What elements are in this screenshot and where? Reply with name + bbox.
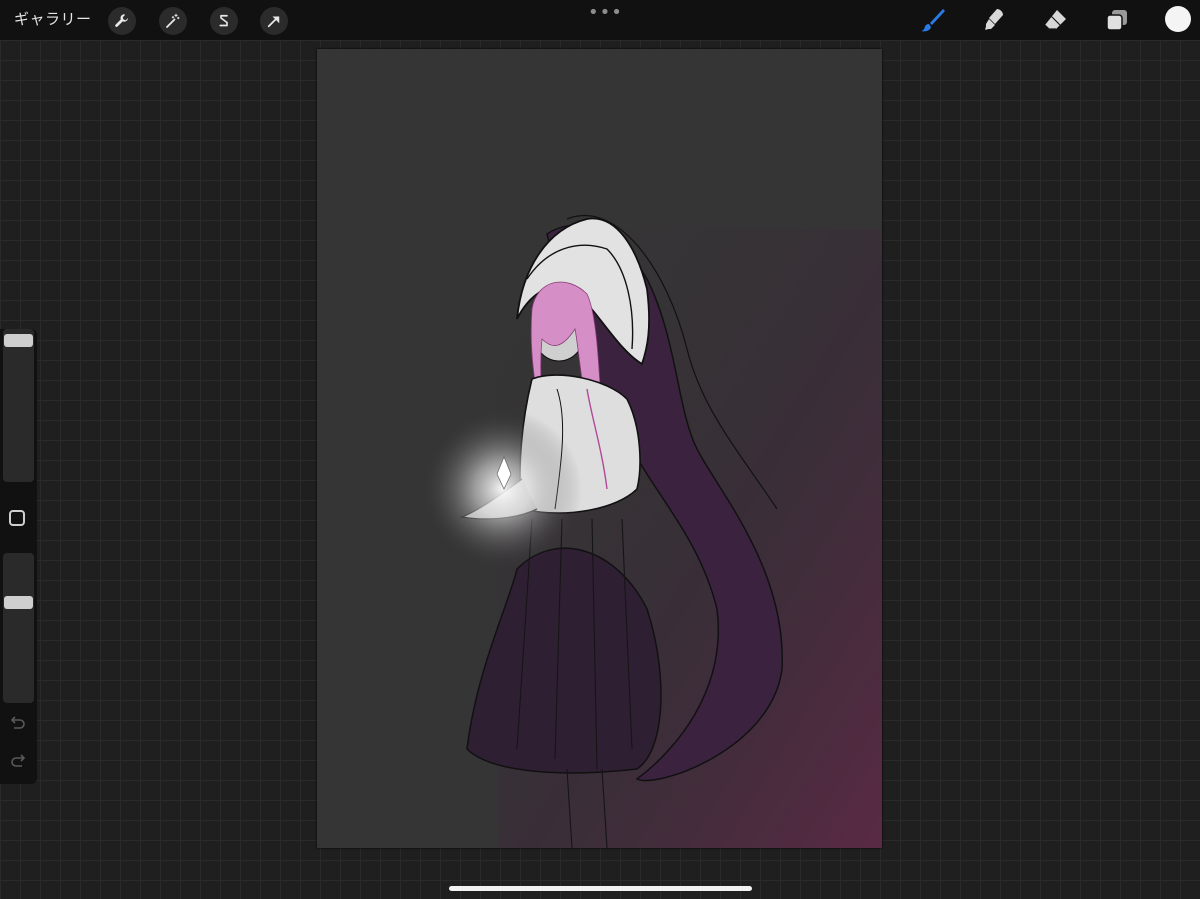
color-icon[interactable]: [1165, 6, 1191, 32]
layers-icon[interactable]: [1103, 6, 1131, 34]
brush-size-slider[interactable]: [3, 329, 34, 482]
opacity-knob[interactable]: [4, 596, 33, 609]
opacity-slider[interactable]: [3, 553, 34, 703]
drawing-canvas[interactable]: [317, 49, 882, 848]
more-options-button[interactable]: •••: [588, 2, 623, 23]
left-sidebar: [0, 329, 37, 784]
home-indicator: [449, 886, 752, 891]
redo-icon[interactable]: [9, 753, 27, 771]
selection-s-icon[interactable]: [210, 7, 238, 35]
undo-icon[interactable]: [9, 715, 27, 733]
modify-square-icon[interactable]: [9, 510, 25, 526]
gallery-button[interactable]: ギャラリー: [14, 8, 92, 29]
brush-icon[interactable]: [919, 6, 947, 34]
transform-arrow-icon[interactable]: [260, 7, 288, 35]
artwork: [422, 215, 882, 848]
top-toolbar: ギャラリー •••: [0, 0, 1200, 40]
smudge-icon[interactable]: [980, 6, 1008, 34]
magic-wand-icon[interactable]: [159, 7, 187, 35]
wrench-icon[interactable]: [108, 7, 136, 35]
eraser-icon[interactable]: [1041, 6, 1069, 34]
brush-size-knob[interactable]: [4, 334, 33, 347]
